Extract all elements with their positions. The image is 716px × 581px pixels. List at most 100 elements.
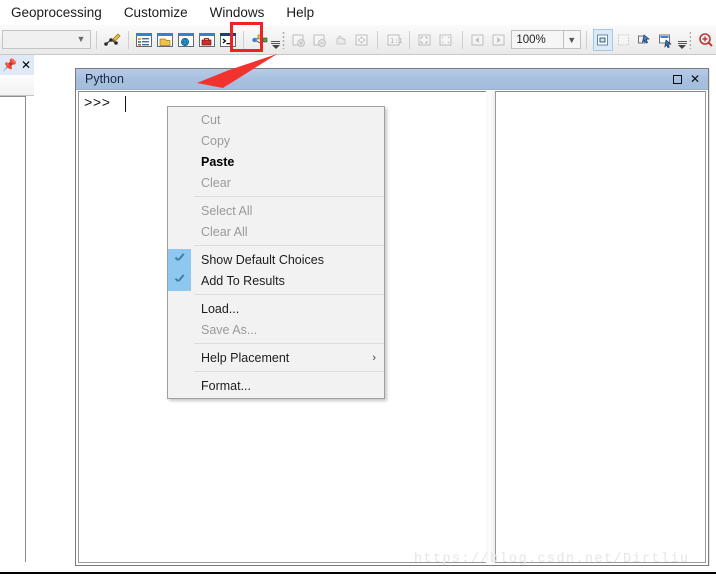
map-scale-dropdown-button[interactable]: ▼ <box>563 30 581 49</box>
layer-combo-box[interactable]: ▼ <box>2 30 92 49</box>
context-menu-item-save-as[interactable]: Save As... <box>168 319 384 340</box>
context-menu-item-show-default-choices[interactable]: Show Default Choices <box>168 249 384 270</box>
toolbar: ▼ 1:1 100% ▼ <box>0 25 716 55</box>
restore-button[interactable] <box>668 70 686 88</box>
toolbar-overflow-button[interactable] <box>271 29 281 51</box>
context-menu-item-paste[interactable]: Paste <box>168 151 384 172</box>
menu-item-label: Help Placement <box>201 350 290 365</box>
clear-selection-button[interactable] <box>615 29 634 51</box>
watermark-text: https://blog.csdn.net/Dirtliu <box>414 552 690 567</box>
pan-hand-icon <box>336 35 346 44</box>
identify-button[interactable] <box>656 29 675 51</box>
context-menu-item-format[interactable]: Format... <box>168 375 384 396</box>
select-features-button[interactable] <box>592 28 613 51</box>
menu-gutter <box>168 270 191 291</box>
python-context-menu: Cut Copy Paste Clear Select All Clear Al… <box>167 106 385 399</box>
arctoolbox-window-button[interactable] <box>198 29 217 51</box>
editor-tool-button[interactable] <box>103 29 122 51</box>
application-window: Geoprocessing Customize Windows Help ▼ 1… <box>0 0 716 581</box>
menu-item-label: Select All <box>201 203 253 218</box>
menu-item-geoprocessing[interactable]: Geoprocessing <box>0 2 113 24</box>
toolbar-separator <box>461 30 463 49</box>
table-of-contents-button[interactable] <box>135 29 154 51</box>
menu-gutter <box>168 172 191 193</box>
close-button[interactable]: ✕ <box>686 70 704 88</box>
python-help-pane[interactable] <box>495 91 706 563</box>
pushpin-icon[interactable]: 📌 <box>2 59 17 71</box>
chevron-down-icon: ▼ <box>76 34 86 44</box>
menu-item-customize[interactable]: Customize <box>113 2 199 24</box>
python-window-splitter[interactable] <box>486 91 495 563</box>
context-menu-item-help-placement[interactable]: Help Placement › <box>168 347 384 368</box>
menu-item-label: Save As... <box>201 322 258 337</box>
menu-gutter <box>168 109 191 130</box>
zoom-in-button[interactable] <box>290 29 309 51</box>
context-menu-item-load[interactable]: Load... <box>168 298 384 319</box>
menu-gutter <box>168 151 191 172</box>
full-extent-icon <box>355 34 368 45</box>
left-docked-panel[interactable] <box>0 96 26 562</box>
menu-gutter <box>168 319 191 340</box>
menu-gutter <box>168 200 191 221</box>
toolbar-separator <box>377 30 379 49</box>
menu-gutter <box>168 347 191 368</box>
toolbar-separator <box>96 30 98 49</box>
highlight-rectangle-annotation <box>230 22 263 52</box>
close-icon: ✕ <box>689 72 701 86</box>
python-window-title: Python <box>85 72 124 86</box>
close-icon[interactable]: ✕ <box>21 59 31 71</box>
magnifier-plus-icon <box>698 32 713 47</box>
menu-item-label: Load... <box>201 301 240 316</box>
context-menu-item-clear[interactable]: Clear <box>168 172 384 193</box>
identify-icon <box>658 34 672 48</box>
fixed-zoom-in-icon: 1:1 <box>387 34 403 45</box>
go-forward-extent-button[interactable] <box>489 29 508 51</box>
menu-item-label: Clear All <box>201 224 248 239</box>
catalog-window-button[interactable] <box>156 29 175 51</box>
menu-item-help[interactable]: Help <box>275 2 325 24</box>
bottom-border <box>0 572 716 574</box>
arrow-right-icon <box>492 34 505 45</box>
toolbar-gripper[interactable] <box>282 30 285 49</box>
select-elements-button[interactable] <box>636 29 655 51</box>
svg-text:1:1: 1:1 <box>390 37 403 45</box>
menu-gutter <box>168 298 191 319</box>
submenu-arrow-icon: › <box>372 351 376 364</box>
catalog-window-icon <box>156 32 174 48</box>
context-menu-item-cut[interactable]: Cut <box>168 109 384 130</box>
search-window-icon <box>177 32 195 48</box>
fixed-zoom-in-button[interactable]: 1:1 <box>384 29 403 51</box>
zoom-to-selection-icon <box>418 34 431 45</box>
context-menu-item-add-to-results[interactable]: Add To Results <box>168 270 384 291</box>
zoom-to-layer-button[interactable] <box>437 29 456 51</box>
zoom-out-button[interactable] <box>311 29 330 51</box>
menu-item-windows[interactable]: Windows <box>199 2 276 24</box>
chevron-down-icon <box>678 44 687 49</box>
checkmark-icon <box>174 275 185 286</box>
zoom-in-icon <box>292 34 306 47</box>
menu-gutter <box>168 221 191 242</box>
menu-separator <box>194 245 384 246</box>
search-window-button[interactable] <box>177 29 196 51</box>
toolbar-gripper-2[interactable] <box>688 30 692 49</box>
menu-separator <box>194 196 384 197</box>
toolbar-overflow-button-2[interactable] <box>677 29 687 51</box>
zoom-to-selection-button[interactable] <box>416 29 435 51</box>
python-window-title-bar[interactable]: Python ✕ <box>76 69 708 90</box>
pan-button[interactable] <box>332 29 351 51</box>
menu-bar: Geoprocessing Customize Windows Help <box>0 0 716 25</box>
context-menu-item-clear-all[interactable]: Clear All <box>168 221 384 242</box>
text-caret <box>125 96 126 112</box>
context-menu-item-copy[interactable]: Copy <box>168 130 384 151</box>
magnifier-button[interactable] <box>696 29 715 51</box>
chevron-down-icon <box>271 44 280 49</box>
clear-selection-icon <box>618 34 630 45</box>
map-scale-input[interactable]: 100% <box>511 30 564 49</box>
menu-item-label: Clear <box>201 175 231 190</box>
menu-gutter <box>168 375 191 396</box>
full-extent-button[interactable] <box>353 29 372 51</box>
editor-pencil-icon <box>103 33 121 46</box>
context-menu-item-select-all[interactable]: Select All <box>168 200 384 221</box>
toolbar-separator <box>585 30 587 49</box>
go-back-extent-button[interactable] <box>469 29 488 51</box>
